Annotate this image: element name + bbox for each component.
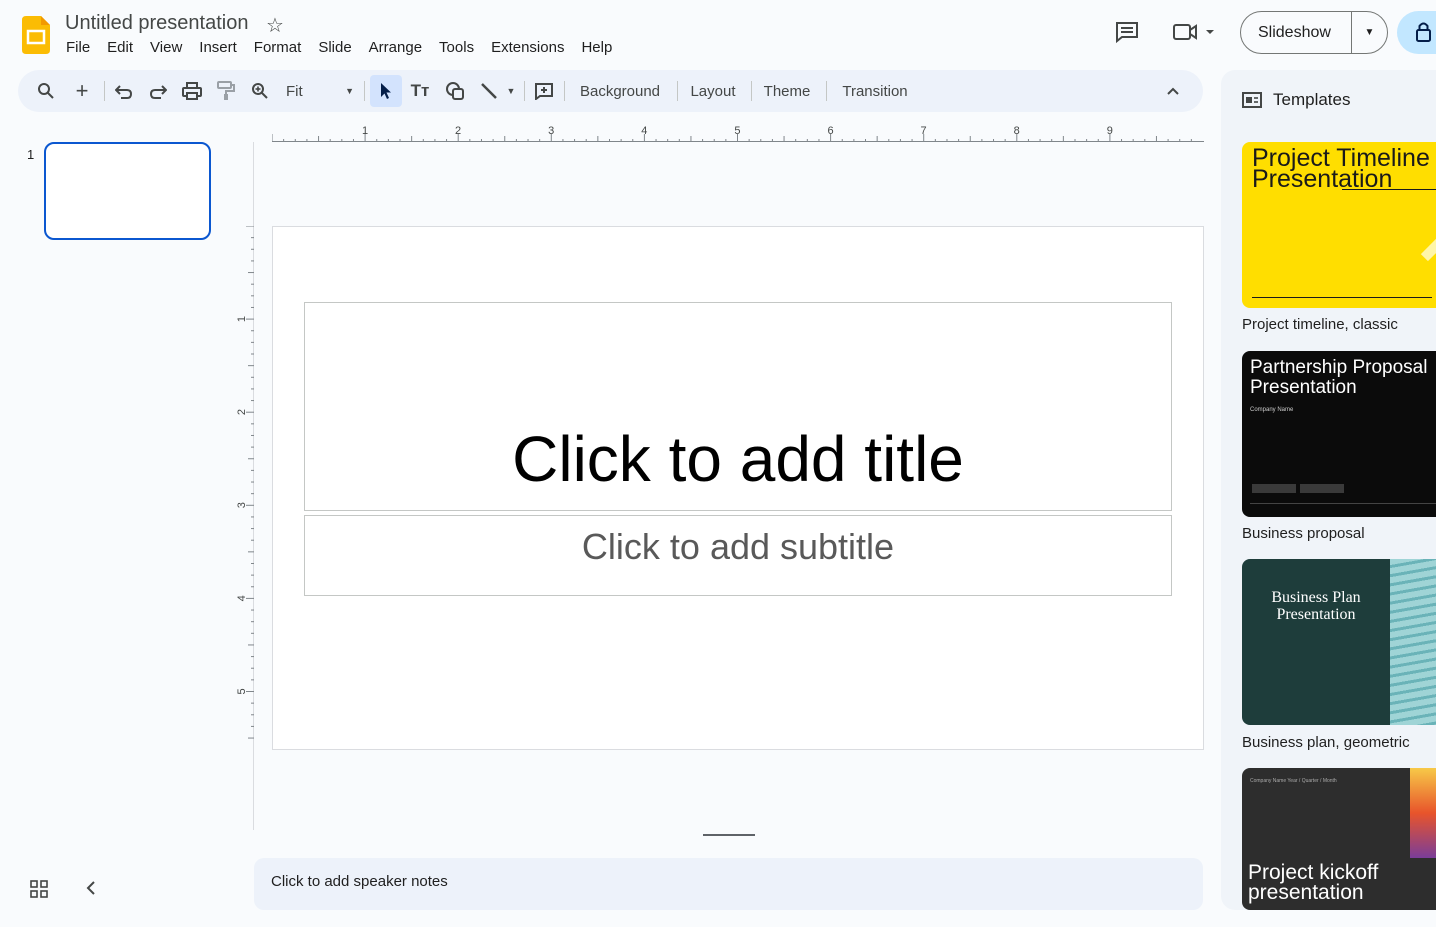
layout-button[interactable]: Layout (685, 70, 741, 112)
menu-insert[interactable]: Insert (199, 39, 237, 56)
title-placeholder-text: Click to add title (512, 423, 964, 495)
insert-comment-icon[interactable] (532, 70, 556, 112)
ruler-label: 4 (641, 125, 647, 137)
ruler-label: 6 (827, 125, 833, 137)
menu-tools[interactable]: Tools (439, 39, 474, 56)
ruler-label: 7 (921, 125, 927, 137)
ruler-label: 1 (236, 316, 248, 322)
slide-number: 1 (27, 147, 35, 162)
ruler-label: 3 (236, 502, 248, 508)
search-menus-icon[interactable] (34, 70, 58, 112)
slideshow-dropdown-icon[interactable]: ▼ (1352, 27, 1387, 38)
ruler-label: 5 (236, 688, 248, 694)
ruler-label: 3 (548, 125, 554, 137)
ruler-label: 8 (1014, 125, 1020, 137)
zoom-value: Fit (286, 82, 303, 100)
template-card-partnership-proposal[interactable]: Partnership Proposal Presentation Compan… (1242, 351, 1436, 517)
template-preview-subtitle: Company Name Year / Quarter / Month (1250, 778, 1337, 784)
template-card-project-timeline[interactable]: Project Timeline Presentation (1242, 142, 1436, 308)
template-label: Business plan, geometric (1242, 734, 1410, 751)
menu-arrange[interactable]: Arrange (369, 39, 422, 56)
slides-logo-icon[interactable] (22, 16, 50, 54)
template-label: Project timeline, classic (1242, 316, 1398, 333)
templates-header: Templates (1242, 90, 1350, 110)
speaker-notes[interactable]: Click to add speaker notes (254, 858, 1203, 910)
text-box-icon[interactable]: Tт (408, 70, 432, 112)
template-preview-title: Project Timeline Presentation (1252, 144, 1430, 193)
template-preview-title: Business Plan Presentation (1271, 589, 1361, 623)
select-cursor-icon[interactable] (370, 75, 402, 107)
lock-icon (1416, 22, 1431, 42)
new-slide-icon[interactable]: + (70, 70, 94, 112)
templates-heading: Templates (1273, 90, 1351, 109)
title-placeholder[interactable]: Click to add title (304, 302, 1172, 511)
menu-help[interactable]: Help (581, 39, 612, 56)
template-card-project-kickoff[interactable]: Company Name Year / Quarter / Month Proj… (1242, 768, 1436, 910)
menu-slide[interactable]: Slide (318, 39, 351, 56)
slideshow-label: Slideshow (1258, 23, 1331, 41)
ruler-label: 5 (734, 125, 740, 137)
line-dropdown-icon[interactable]: ▼ (504, 70, 518, 112)
template-preview-title: Project kickoff presentation (1248, 861, 1379, 904)
comment-history-icon[interactable] (1114, 20, 1140, 44)
document-title[interactable]: Untitled presentation (65, 12, 248, 35)
toolbar: + Fit ▼ Tт ▼ Background Layout Theme Tra… (18, 70, 1203, 112)
zoom-dropdown-icon: ▼ (345, 86, 354, 96)
menu-view[interactable]: View (150, 39, 182, 56)
shape-icon[interactable] (442, 70, 468, 112)
slide-thumbnail[interactable] (44, 142, 211, 240)
template-card-business-plan[interactable]: Business Plan Presentation (1242, 559, 1436, 725)
meet-camera-icon[interactable] (1170, 20, 1218, 44)
theme-button[interactable]: Theme (759, 70, 815, 112)
undo-icon[interactable] (112, 70, 136, 112)
menu-edit[interactable]: Edit (107, 39, 133, 56)
subtitle-placeholder[interactable]: Click to add subtitle (304, 515, 1172, 596)
vertical-ruler[interactable]: 1 2 3 4 5 (234, 226, 254, 750)
zoom-icon[interactable] (248, 70, 272, 112)
line-icon[interactable] (478, 70, 500, 112)
grid-view-icon[interactable] (30, 880, 48, 898)
menu-bar: File Edit View Insert Format Slide Arran… (66, 39, 629, 56)
share-button[interactable] (1397, 11, 1436, 54)
collapse-toolbar-icon[interactable] (1162, 70, 1184, 112)
template-label: Business proposal (1242, 525, 1365, 542)
slideshow-button[interactable]: Slideshow ▼ (1240, 11, 1388, 54)
transition-button[interactable]: Transition (836, 70, 914, 112)
redo-icon[interactable] (146, 70, 170, 112)
ruler-label: 2 (236, 409, 248, 415)
star-icon[interactable]: ☆ (266, 13, 284, 38)
ruler-label: 4 (236, 595, 248, 601)
notes-resize-handle[interactable] (703, 834, 755, 836)
templates-icon (1242, 92, 1262, 108)
subtitle-placeholder-text: Click to add subtitle (581, 526, 895, 567)
menu-format[interactable]: Format (254, 39, 302, 56)
template-preview-subtitle: Company Name (1250, 407, 1294, 413)
paint-format-icon[interactable] (214, 70, 238, 112)
zoom-select[interactable]: Fit ▼ (282, 70, 358, 112)
ruler-label: 2 (455, 125, 461, 137)
menu-file[interactable]: File (66, 39, 90, 56)
ruler-label: 9 (1107, 125, 1113, 137)
menu-extensions[interactable]: Extensions (491, 39, 564, 56)
print-icon[interactable] (180, 70, 204, 112)
collapse-filmstrip-icon[interactable] (84, 878, 98, 903)
horizontal-ruler[interactable]: 1 2 3 4 5 6 7 8 9 (272, 122, 1204, 142)
template-preview-title: Partnership Proposal Presentation (1250, 357, 1428, 398)
background-button[interactable]: Background (574, 70, 666, 112)
ruler-label: 1 (362, 125, 368, 137)
